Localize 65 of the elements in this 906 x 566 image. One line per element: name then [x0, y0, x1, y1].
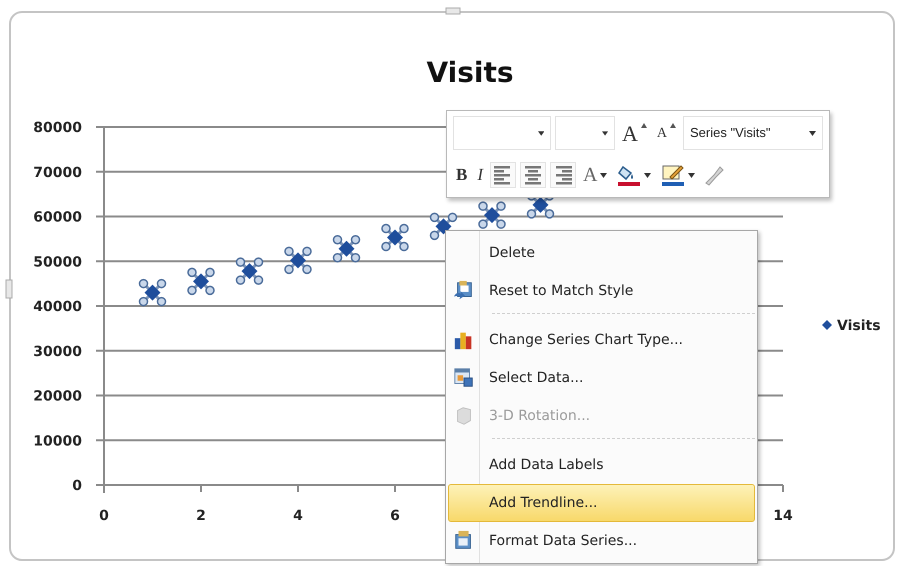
data-point[interactable]	[478, 201, 506, 229]
menu-item[interactable]: Format Data Series...	[448, 522, 755, 560]
reset-icon	[453, 280, 475, 302]
axis-label: 80000	[33, 120, 82, 136]
menu-item[interactable]: Add Trendline...	[448, 484, 755, 522]
axis-label: 10000	[33, 433, 82, 450]
font-size-field[interactable]	[555, 116, 615, 150]
point	[338, 240, 354, 257]
axis-label: 6	[390, 508, 400, 524]
resize-handle[interactable]	[446, 8, 460, 14]
data-point[interactable]	[381, 224, 409, 252]
pen-icon	[661, 163, 686, 187]
axis-label: 70000	[33, 164, 82, 181]
fill-bucket-icon	[617, 163, 642, 187]
axis-label: 2	[196, 508, 206, 524]
data-point[interactable]	[236, 257, 264, 285]
align-right-icon[interactable]	[550, 162, 576, 188]
triangle-icon	[640, 123, 647, 128]
axis-label: 0	[72, 478, 82, 494]
align-left-icon[interactable]	[490, 162, 516, 188]
axis-label: 20000	[33, 388, 82, 404]
axis-label: 14	[773, 508, 793, 524]
italic-button[interactable]: I	[474, 159, 486, 191]
menu-item[interactable]: Add Data Labels	[448, 446, 755, 484]
axis-label: 0	[99, 508, 109, 524]
grow-font-button[interactable]: A	[619, 117, 650, 149]
resize-handle[interactable]	[6, 280, 12, 298]
font-field[interactable]	[453, 116, 551, 150]
data-point[interactable]	[284, 246, 312, 274]
menu-item[interactable]: Reset to Match Style	[448, 272, 755, 310]
menu-item[interactable]: Change Series Chart Type...	[448, 321, 755, 359]
data-point[interactable]	[187, 268, 215, 296]
point	[387, 230, 403, 246]
caret-icon[interactable]	[602, 130, 608, 136]
axis-label: 4	[293, 508, 303, 524]
caret-icon[interactable]	[600, 172, 608, 178]
font-color-button[interactable]: A	[580, 159, 610, 191]
table-icon	[453, 367, 475, 389]
point	[242, 263, 258, 280]
caret-icon[interactable]	[644, 172, 652, 178]
point	[532, 196, 548, 213]
align-center-icon[interactable]	[520, 162, 546, 188]
legend-label: Visits	[837, 318, 881, 334]
shrink-font-button[interactable]: A	[654, 117, 680, 149]
axis-label: 40000	[33, 299, 82, 315]
bold-button[interactable]: B	[453, 159, 470, 191]
data-point[interactable]	[332, 234, 360, 262]
chart-element-dropdown[interactable]: Series "Visits"	[683, 116, 823, 150]
point	[436, 218, 452, 234]
axis-label: 60000	[33, 210, 82, 226]
point	[144, 284, 160, 301]
menu-item[interactable]: Delete	[448, 234, 755, 272]
axis-label: 50000	[33, 254, 82, 270]
triangle-icon	[670, 123, 676, 128]
caret-icon[interactable]	[688, 172, 696, 178]
menu-item[interactable]: Select Data...	[448, 359, 755, 397]
point	[290, 252, 306, 268]
caret-icon[interactable]	[538, 130, 544, 136]
caret-icon[interactable]	[809, 130, 816, 136]
chart-title: Visits	[426, 56, 514, 89]
point	[484, 207, 500, 224]
axis-label: 30000	[33, 344, 82, 360]
point	[193, 273, 209, 290]
data-point[interactable]	[138, 278, 166, 306]
legend-marker	[822, 320, 832, 330]
